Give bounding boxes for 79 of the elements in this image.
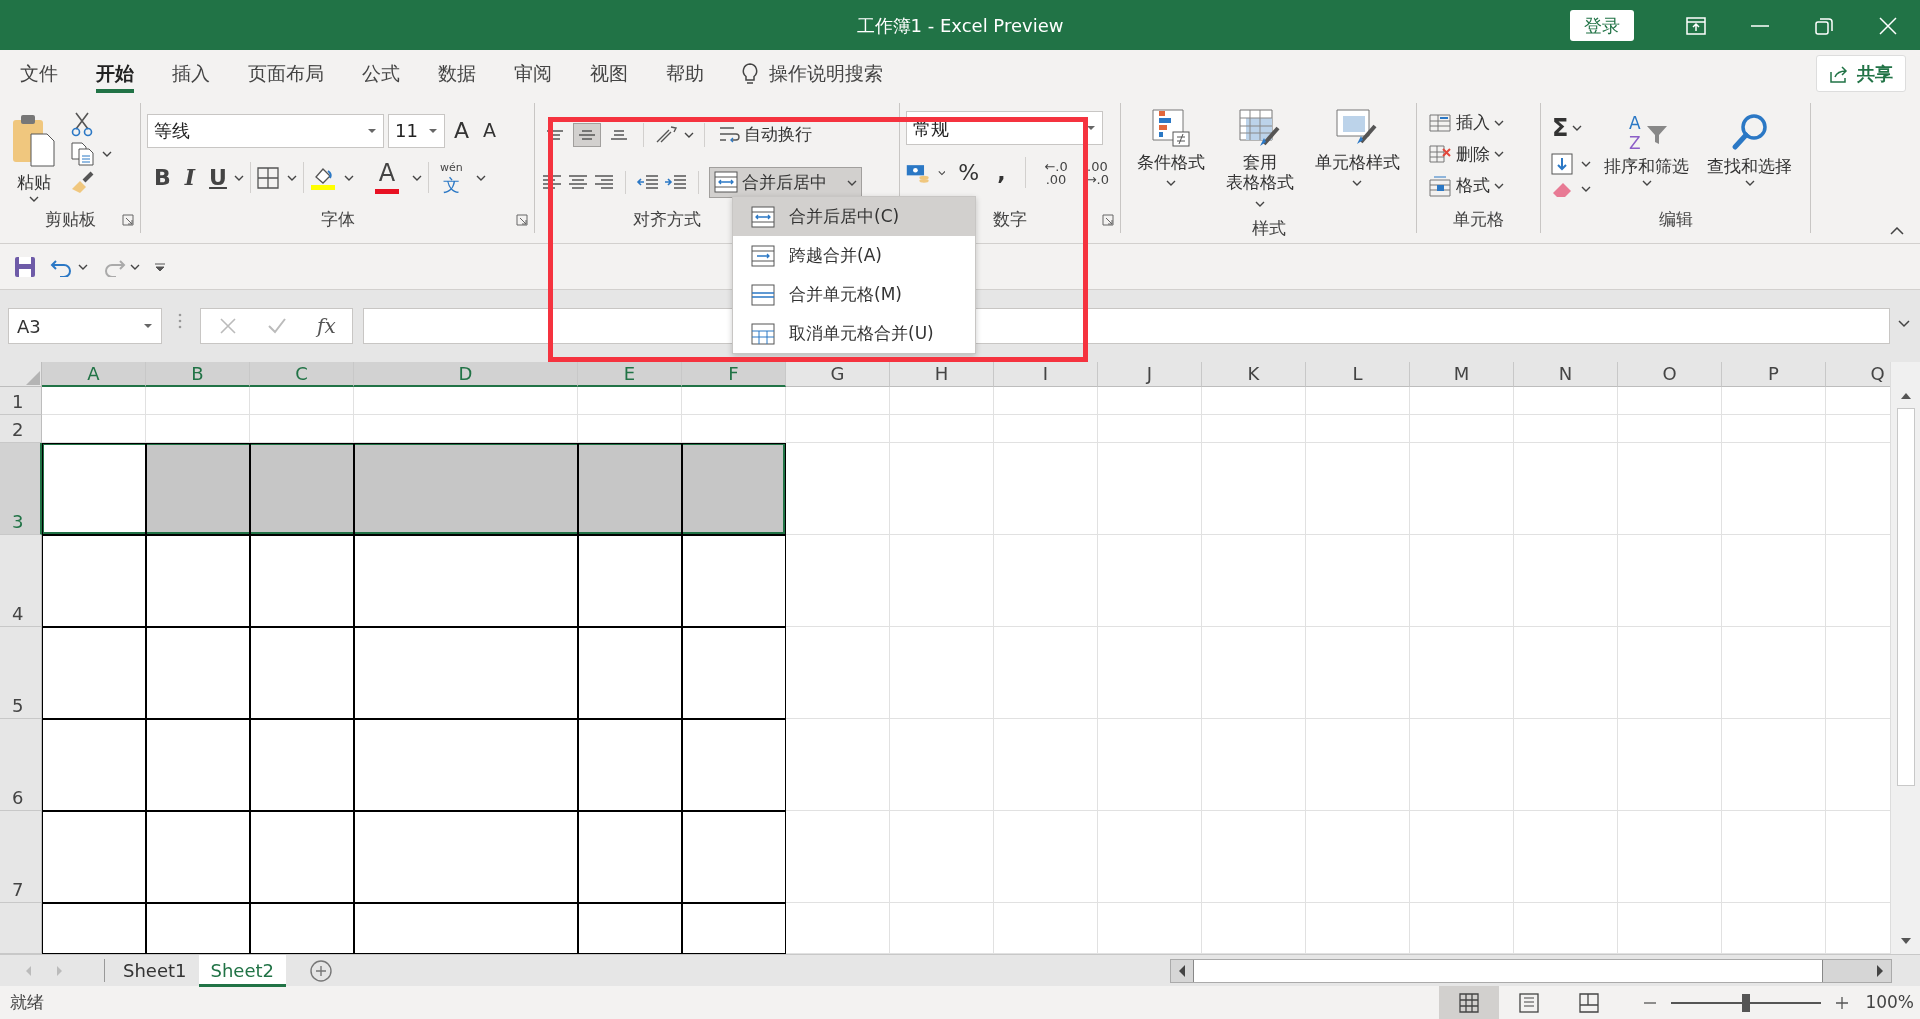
group-label: 数字 bbox=[993, 208, 1027, 232]
column-header[interactable]: D bbox=[354, 362, 578, 387]
column-header[interactable]: B bbox=[146, 362, 250, 387]
window-title: 工作簿1 - Excel Preview bbox=[856, 13, 1064, 38]
cells-button[interactable]: 删除 bbox=[1423, 138, 1534, 170]
group-label: 样式 bbox=[1251, 217, 1286, 241]
column-header[interactable]: A bbox=[42, 362, 146, 387]
sheet-tab[interactable]: Sheet2 bbox=[198, 954, 286, 987]
underline-button[interactable]: U bbox=[202, 160, 234, 195]
merge-center-button[interactable]: 合并后居中 bbox=[709, 166, 862, 198]
grow-font-button[interactable]: A bbox=[449, 111, 475, 150]
column-header[interactable]: K bbox=[1202, 362, 1306, 387]
shrink-font-button[interactable]: A bbox=[478, 113, 502, 148]
italic-button[interactable]: I bbox=[177, 160, 203, 195]
column-header[interactable]: Q bbox=[1826, 362, 1890, 387]
menu-item[interactable]: 取消单元格合并(U) bbox=[733, 314, 975, 353]
group-label: 编辑 bbox=[1658, 208, 1693, 232]
column-header[interactable]: G bbox=[786, 362, 890, 387]
ribbon-tab[interactable]: 数据 bbox=[438, 53, 476, 94]
styles-button[interactable]: 条件格式 bbox=[1127, 103, 1216, 217]
bold-button[interactable]: B bbox=[147, 160, 178, 195]
styles-button[interactable]: 单元格样式 bbox=[1304, 103, 1410, 217]
zoom-level[interactable]: 100% bbox=[1865, 989, 1914, 1016]
row-header[interactable]: 6 bbox=[0, 719, 42, 811]
row-header[interactable]: 1 bbox=[0, 387, 42, 415]
autosum-button[interactable]: Σ bbox=[1547, 107, 1591, 149]
share-button[interactable]: 共享 bbox=[1816, 55, 1906, 92]
percent-button[interactable]: % bbox=[953, 153, 985, 192]
status-text: 就绪 bbox=[10, 990, 44, 1014]
sheet-tab[interactable]: Sheet1 bbox=[111, 954, 199, 987]
ribbon-tab[interactable]: 开始 bbox=[96, 53, 134, 94]
phonetic-button[interactable]: wén 文 bbox=[434, 158, 468, 197]
column-header[interactable]: I bbox=[994, 362, 1098, 387]
row-header[interactable]: 2 bbox=[0, 415, 42, 443]
paste-button[interactable]: 粘贴 bbox=[6, 107, 62, 207]
row-header[interactable]: 7 bbox=[0, 811, 42, 903]
menu-item[interactable]: 合并单元格(M) bbox=[733, 275, 975, 314]
ribbon-tab[interactable]: 文件 bbox=[20, 53, 58, 94]
insert-function-button[interactable]: fx bbox=[317, 311, 336, 341]
tell-me-search[interactable]: 操作说明搜索 bbox=[769, 59, 883, 88]
sort-filter-button[interactable]: A Z 排序和筛选 bbox=[1599, 107, 1694, 207]
column-header[interactable]: O bbox=[1618, 362, 1722, 387]
row-header[interactable]: 3 bbox=[0, 443, 42, 535]
ribbon-tab[interactable]: 插入 bbox=[172, 53, 210, 94]
row-header[interactable]: 5 bbox=[0, 627, 42, 719]
row-header[interactable]: 4 bbox=[0, 535, 42, 627]
wrap-text-button[interactable]: 自动换行 bbox=[715, 119, 817, 151]
column-header[interactable]: H bbox=[890, 362, 994, 387]
column-header[interactable]: J bbox=[1098, 362, 1202, 387]
name-box[interactable]: A3 bbox=[8, 308, 162, 344]
column-header[interactable]: N bbox=[1514, 362, 1618, 387]
menu-item[interactable]: 合并后居中(C) bbox=[733, 197, 975, 236]
find-select-button[interactable]: 查找和选择 bbox=[1702, 107, 1797, 207]
sign-in-button[interactable]: 登录 bbox=[1570, 9, 1634, 41]
menu-item[interactable]: 跨越合并(A) bbox=[733, 236, 975, 275]
ribbon-tab[interactable]: 页面布局 bbox=[248, 53, 324, 94]
cells-button[interactable]: 格式 bbox=[1423, 170, 1534, 202]
cells-button[interactable]: 插入 bbox=[1423, 107, 1534, 139]
font-name-field[interactable]: 等线 bbox=[147, 113, 384, 148]
column-header[interactable]: E bbox=[578, 362, 682, 387]
group-label: 单元格 bbox=[1453, 208, 1504, 232]
ribbon-tab[interactable]: 帮助 bbox=[666, 53, 704, 94]
decrease-decimal-button[interactable]: .00 →.0 bbox=[1080, 156, 1114, 189]
group-label: 对齐方式 bbox=[633, 208, 701, 232]
group-label: 剪贴板 bbox=[44, 208, 96, 232]
ribbon-tab[interactable]: 视图 bbox=[590, 53, 628, 94]
column-header[interactable]: P bbox=[1722, 362, 1826, 387]
column-header[interactable]: F bbox=[682, 362, 786, 387]
column-header[interactable]: C bbox=[250, 362, 354, 387]
column-header[interactable]: L bbox=[1306, 362, 1410, 387]
font-color-button[interactable]: A bbox=[369, 158, 404, 197]
ribbon-tab[interactable]: 审阅 bbox=[514, 53, 552, 94]
ribbon-tab[interactable]: 公式 bbox=[362, 53, 400, 94]
comma-style-button[interactable]: , bbox=[992, 153, 1011, 192]
column-header[interactable]: M bbox=[1410, 362, 1514, 387]
font-size-field[interactable]: 11 bbox=[388, 113, 445, 148]
group-label: 字体 bbox=[320, 208, 355, 232]
styles-button[interactable]: 套用 表格格式 bbox=[1215, 103, 1305, 217]
increase-decimal-button[interactable]: ←.0 .00 bbox=[1039, 156, 1073, 189]
